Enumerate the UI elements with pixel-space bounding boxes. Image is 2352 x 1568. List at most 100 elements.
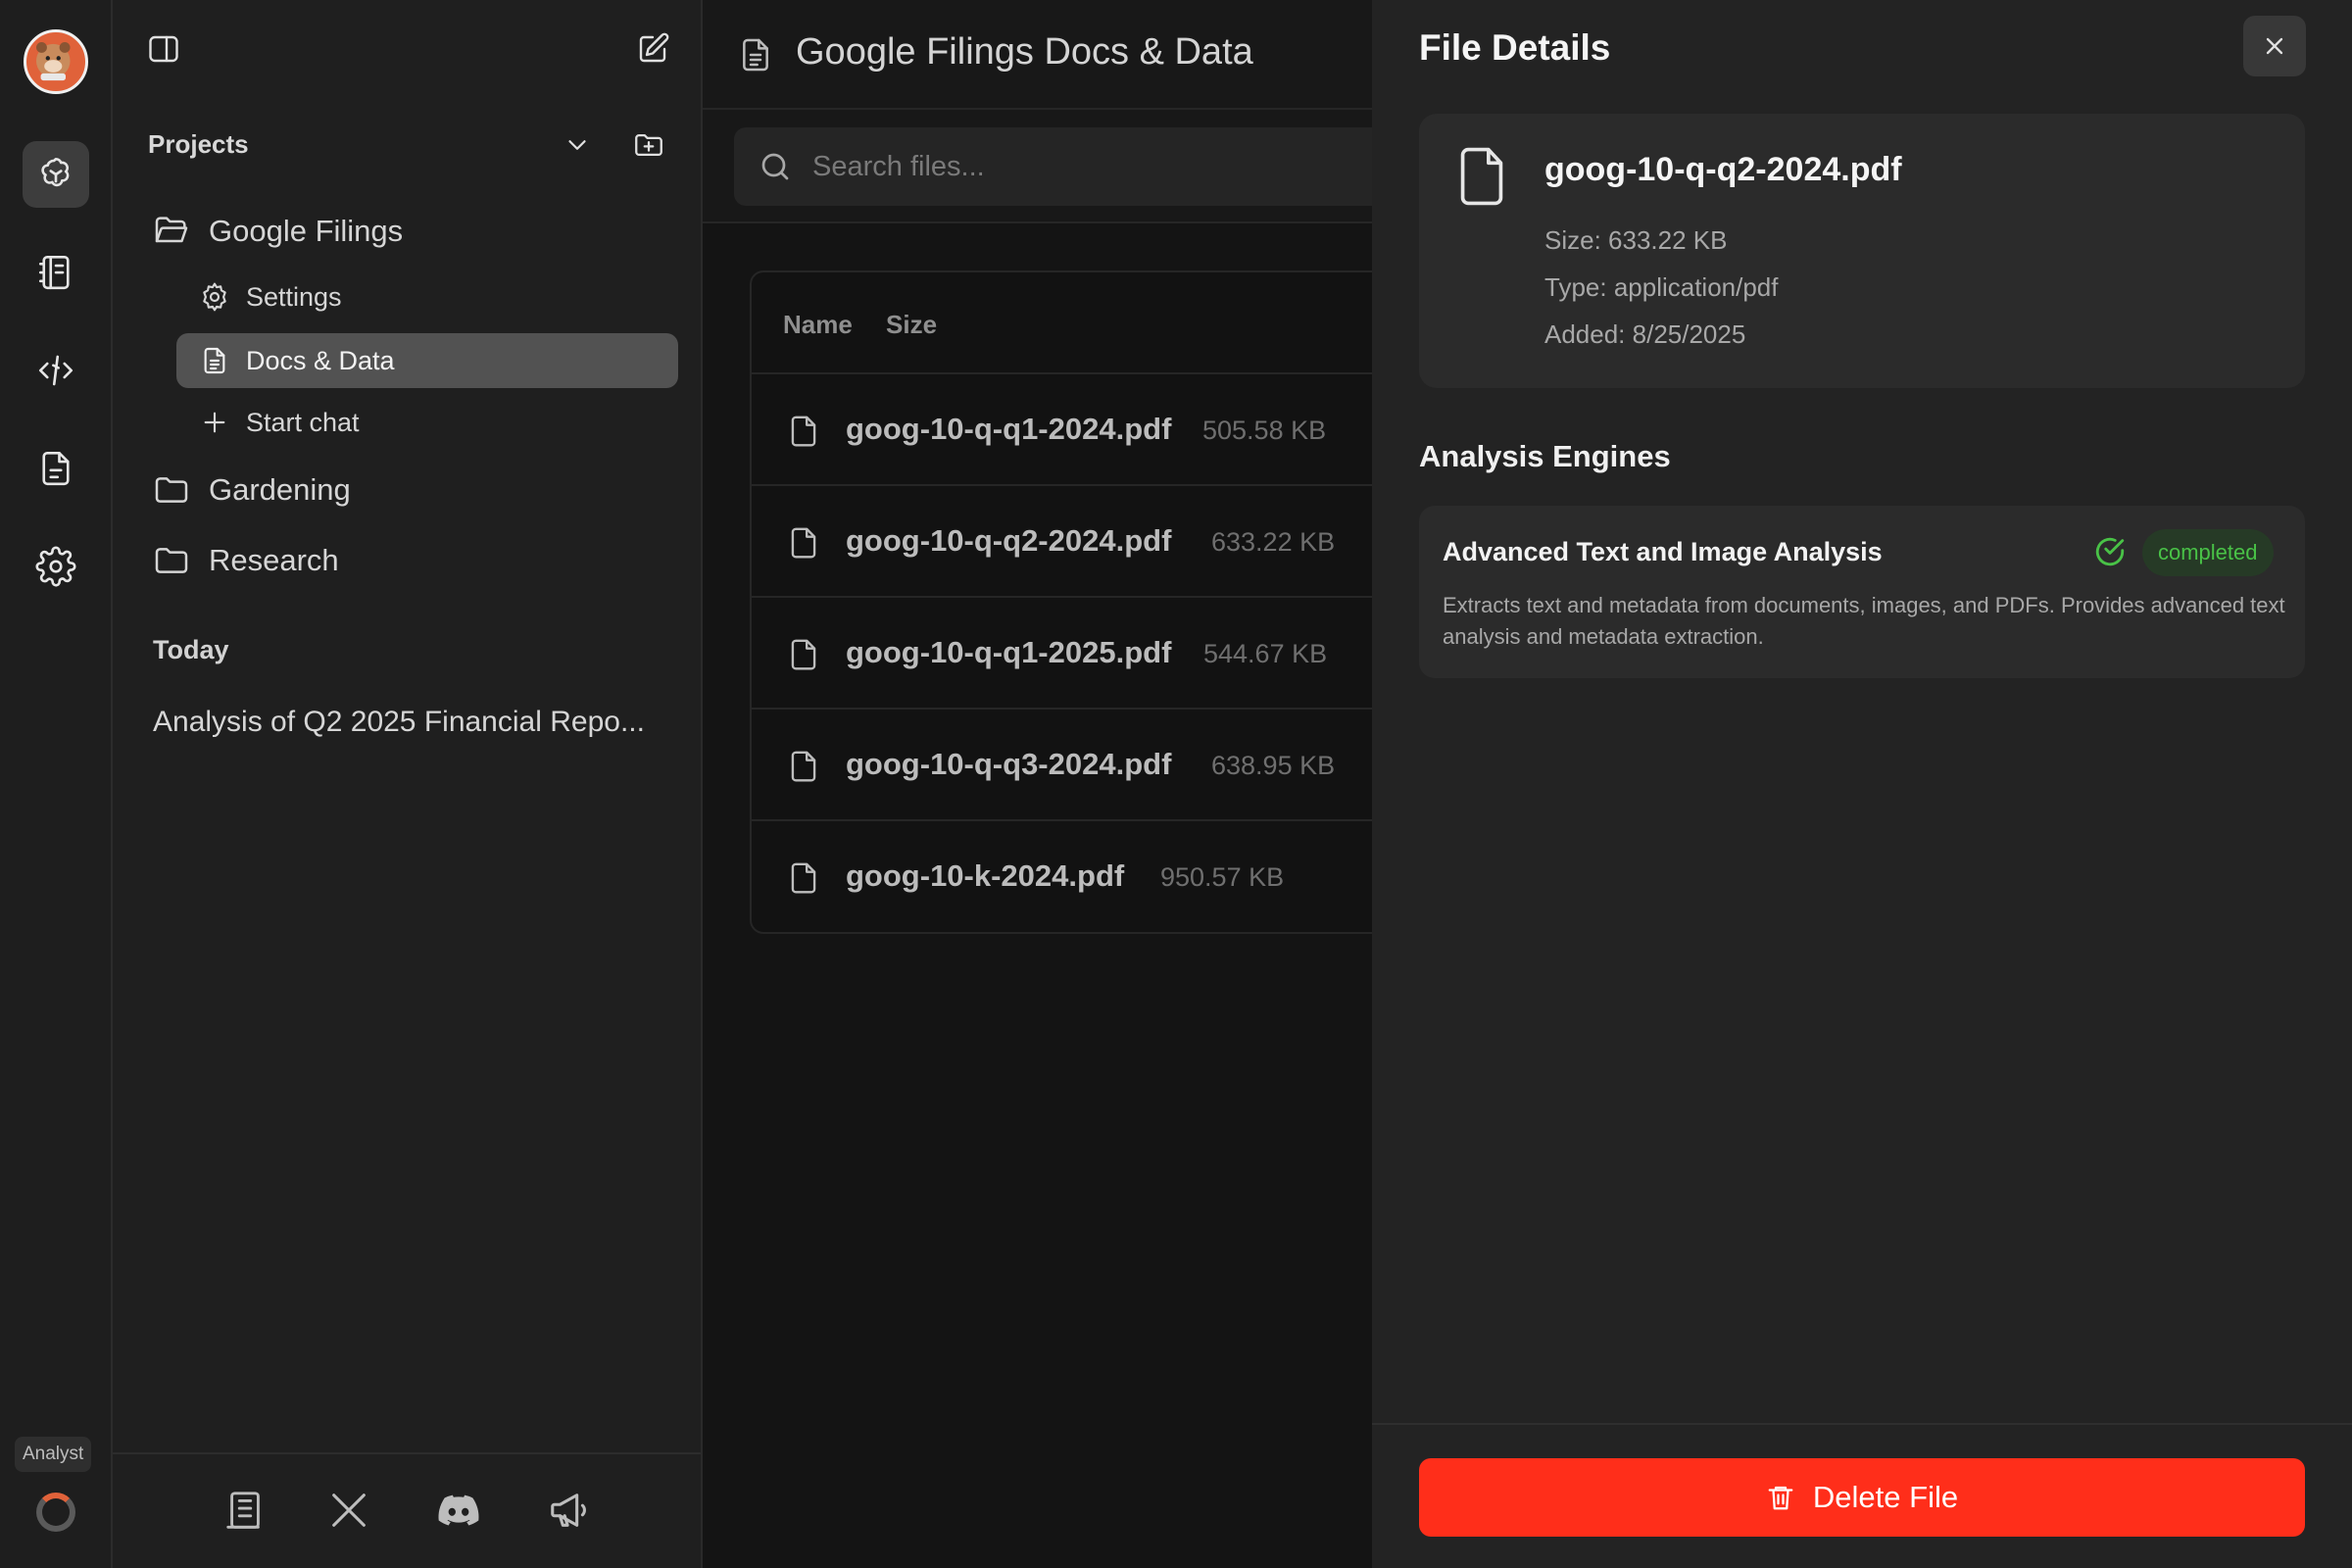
delete-file-label: Delete File: [1812, 1480, 1959, 1514]
table-row[interactable]: goog-10-q-q1-2025.pdf 544.67 KB: [752, 598, 1434, 710]
file-size: 638.95 KB: [1211, 751, 1336, 780]
document-icon: [743, 38, 768, 72]
file-icon: [791, 751, 816, 782]
project-label: Research: [209, 543, 339, 577]
file-icon: [791, 416, 816, 447]
search-bar: [703, 110, 1420, 223]
table-row[interactable]: goog-10-k-2024.pdf 950.57 KB: [752, 821, 1434, 932]
column-header-size[interactable]: Size: [886, 310, 937, 340]
file-size: 950.57 KB: [1160, 862, 1285, 892]
edit-icon: [639, 32, 669, 63]
main-content: Google Filings Docs & Data Name Size goo…: [703, 0, 1436, 1568]
gear-icon: [203, 282, 226, 312]
folder-icon: [155, 548, 188, 573]
file-size: 505.58 KB: [1202, 416, 1327, 445]
file-size: 633.22 KB: [1211, 527, 1336, 557]
engine-description: Extracts text and metadata from document…: [1443, 593, 2285, 649]
close-icon: [2266, 37, 2283, 55]
file-icon: [791, 527, 816, 559]
project-research[interactable]: Research: [152, 541, 339, 580]
table-row[interactable]: goog-10-q-q2-2024.pdf 633.22 KB: [752, 486, 1434, 598]
document-icon: [204, 347, 225, 374]
file-details-panel: File Details goog-10-q-q2-2024.pdf Size:…: [1372, 0, 2352, 1568]
sidebar-toggle-icon: [149, 35, 178, 63]
project-google-filings[interactable]: Google Filings: [152, 212, 403, 251]
search-box: [734, 127, 1420, 206]
analysis-engine-card: Advanced Text and Image Analysis complet…: [1419, 506, 2305, 678]
folder-open-icon: [155, 217, 188, 243]
file-type: Type: application/pdf: [1544, 272, 1779, 302]
settings-icon: [35, 546, 76, 587]
megaphone-icon[interactable]: [547, 1488, 592, 1533]
project-settings-item[interactable]: Settings: [199, 281, 342, 313]
close-panel-button[interactable]: [2243, 16, 2306, 76]
page-title: Google Filings Docs & Data: [796, 31, 1253, 73]
table-header: Name Size: [752, 272, 1434, 374]
code-nav-button[interactable]: [23, 337, 89, 404]
project-label: Gardening: [209, 472, 351, 507]
engine-name: Advanced Text and Image Analysis: [1443, 537, 1883, 566]
analysis-engines-heading: Analysis Engines: [1419, 439, 1671, 473]
settings-label: Settings: [246, 281, 342, 312]
today-label: Today: [153, 635, 229, 664]
app-rail: Analyst: [0, 0, 113, 1568]
folder-icon: [155, 477, 188, 503]
docs-icon[interactable]: [222, 1488, 268, 1533]
files-table: Name Size goog-10-q-q1-2024.pdf 505.58 K…: [750, 270, 1436, 934]
code-pen-icon: [38, 355, 74, 386]
file-icon: [791, 862, 816, 894]
new-project-button[interactable]: [629, 125, 668, 165]
x-icon[interactable]: [326, 1488, 371, 1533]
file-name: goog-10-q-q3-2024.pdf: [846, 747, 1172, 781]
toggle-sidebar-button[interactable]: [144, 29, 183, 69]
file-icon: [791, 639, 816, 670]
chat-history-item[interactable]: Analysis of Q2 2025 Financial Repo...: [153, 706, 662, 739]
panel-footer: Delete File: [1372, 1423, 2352, 1568]
file-name: goog-10-q-q1-2025.pdf: [846, 635, 1172, 669]
plus-icon: [204, 412, 225, 433]
file-name: goog-10-q-q2-2024.pdf: [846, 523, 1172, 558]
folder-plus-icon: [635, 133, 662, 157]
docs-data-label: Docs & Data: [246, 345, 395, 375]
documents-nav-button[interactable]: [23, 435, 89, 502]
file-info-card: goog-10-q-q2-2024.pdf Size: 633.22 KB Ty…: [1419, 114, 2305, 388]
start-chat-label: Start chat: [246, 407, 360, 437]
project-label: Google Filings: [209, 214, 404, 248]
main-header: Google Filings Docs & Data: [703, 0, 1372, 110]
project-gardening[interactable]: Gardening: [152, 470, 351, 510]
sidebar: Projects Google Filings Settings Docs & …: [113, 0, 703, 1568]
search-icon: [761, 153, 789, 180]
file-size: 544.67 KB: [1203, 639, 1328, 668]
project-docs-data-item[interactable]: Docs & Data: [176, 333, 678, 388]
file-added-date: Added: 8/25/2025: [1544, 319, 1746, 349]
column-header-name[interactable]: Name: [783, 310, 853, 340]
assistant-nav-button[interactable]: [23, 141, 89, 208]
panel-title: File Details: [1419, 27, 1611, 68]
new-chat-button[interactable]: [633, 29, 672, 69]
search-input[interactable]: [812, 137, 1361, 196]
check-circle-icon: [2095, 537, 2125, 566]
discord-icon[interactable]: [436, 1488, 481, 1533]
table-row[interactable]: goog-10-q-q3-2024.pdf 638.95 KB: [752, 710, 1434, 821]
file-name: goog-10-k-2024.pdf: [846, 858, 1125, 893]
trash-icon: [1768, 1486, 1793, 1510]
file-size: Size: 633.22 KB: [1544, 225, 1728, 255]
sidebar-footer: [113, 1452, 701, 1568]
status-badge: completed: [2142, 529, 2274, 576]
start-chat-item[interactable]: Start chat: [199, 407, 360, 438]
table-row[interactable]: goog-10-q-q1-2024.pdf 505.58 KB: [752, 374, 1434, 486]
notebook-icon: [38, 255, 70, 290]
projects-collapse-button[interactable]: [558, 125, 597, 165]
notebook-nav-button[interactable]: [23, 239, 89, 306]
user-avatar[interactable]: [24, 29, 88, 94]
document-icon: [42, 451, 70, 486]
settings-nav-button[interactable]: [23, 533, 89, 600]
projects-label: Projects: [148, 129, 249, 159]
chevron-down-icon: [568, 140, 586, 150]
assistant-icon: [41, 157, 70, 187]
loading-spinner: [36, 1493, 75, 1532]
file-name: goog-10-q-q2-2024.pdf: [1544, 151, 1902, 188]
delete-file-button[interactable]: Delete File: [1419, 1458, 2305, 1537]
file-icon: [1460, 147, 1503, 206]
file-name: goog-10-q-q1-2024.pdf: [846, 412, 1172, 446]
